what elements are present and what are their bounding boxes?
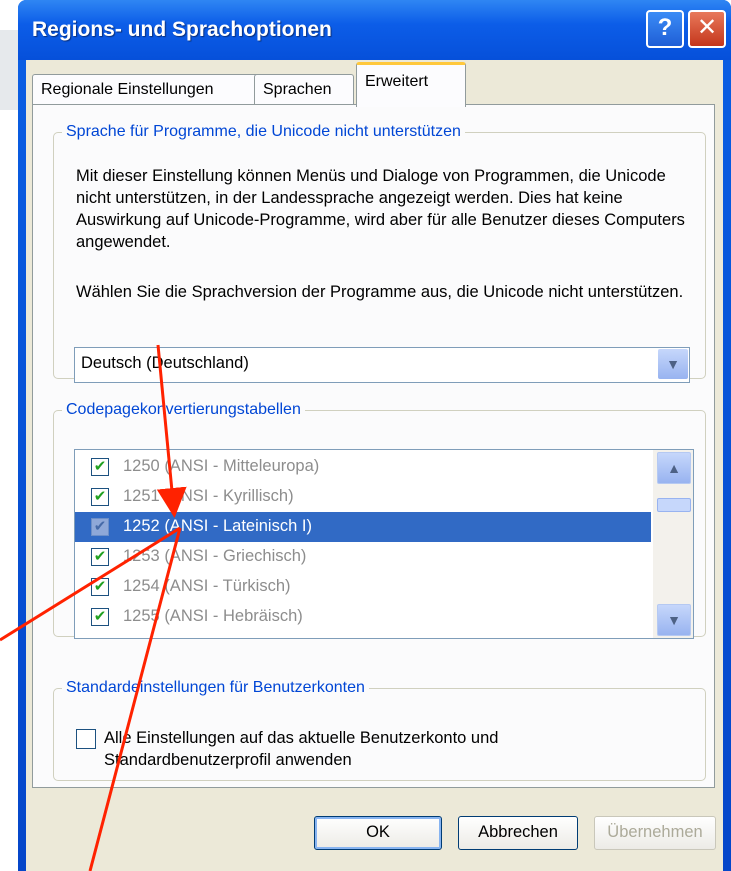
codepage-number: 1253 xyxy=(123,547,160,565)
unicode-description: Mit dieser Einstellung können Menüs und … xyxy=(76,167,685,251)
ok-button[interactable]: OK xyxy=(314,816,442,850)
checkbox-checked-icon[interactable]: ✔ xyxy=(91,548,109,566)
chevron-down-icon[interactable]: ▼ xyxy=(658,349,688,379)
dialog-client: Regionale Einstellungen Sprachen Erweite… xyxy=(26,60,723,871)
tab-sprachen[interactable]: Sprachen xyxy=(254,74,354,105)
chevron-down-icon[interactable]: ▼ xyxy=(657,604,691,636)
tab-label: Regionale Einstellungen xyxy=(41,81,214,98)
codepage-name: (ANSI - Lateinisch I) xyxy=(164,517,312,535)
list-item[interactable]: ✔ 1251 (ANSI - Kyrillisch) xyxy=(75,482,651,512)
chevron-up-icon[interactable]: ▲ xyxy=(657,452,691,484)
apply-to-all-label[interactable]: Alle Einstellungen auf das aktuelle Benu… xyxy=(104,727,664,771)
apply-to-all-checkbox[interactable] xyxy=(76,729,96,749)
language-dropdown[interactable]: Deutsch (Deutschland) ▼ xyxy=(74,347,690,383)
codepage-name: (ANSI - Hebräisch) xyxy=(164,607,303,625)
list-item[interactable]: ✔ 1253 (ANSI - Griechisch) xyxy=(75,542,651,572)
cancel-button[interactable]: Abbrechen xyxy=(458,816,578,850)
vertical-scrollbar[interactable]: ▲ ▼ xyxy=(653,450,693,638)
tab-label: Sprachen xyxy=(263,81,332,98)
window-title: Regions- und Sprachoptionen xyxy=(32,18,332,41)
checkbox-checked-icon[interactable]: ✔ xyxy=(91,578,109,596)
codepage-name: (ANSI - Türkisch) xyxy=(164,577,291,595)
list-item[interactable]: ✔ 1255 (ANSI - Hebräisch) xyxy=(75,602,651,632)
codepage-name: (ANSI - Mitteleuropa) xyxy=(164,457,320,475)
unicode-language-group: Sprache für Programme, die Unicode nicht… xyxy=(53,123,706,383)
tab-panel-erweitert: Sprache für Programme, die Unicode nicht… xyxy=(32,104,715,788)
user-account-defaults-group: Standardeinstellungen für Benutzerkonten… xyxy=(53,679,706,781)
codepage-number: 1251 xyxy=(123,487,160,505)
tab-regionale-einstellungen[interactable]: Regionale Einstellungen xyxy=(32,74,260,105)
checkbox-checked-icon[interactable]: ✔ xyxy=(91,458,109,476)
codepage-number: 1254 xyxy=(123,577,160,595)
codepage-name: (ANSI - Kyrillisch) xyxy=(164,487,294,505)
tab-label: Erweitert xyxy=(365,73,429,90)
group-legend: Codepagekonvertierungstabellen xyxy=(66,401,301,418)
checkbox-checked-icon[interactable]: ✔ xyxy=(91,608,109,626)
codepage-number: 1250 xyxy=(123,457,160,475)
codepage-number: 1255 xyxy=(123,607,160,625)
codepage-number: 1252 xyxy=(123,517,160,535)
language-prompt: Wählen Sie die Sprachversion der Program… xyxy=(76,283,684,301)
help-button[interactable]: ? xyxy=(646,10,684,48)
language-dropdown-value: Deutsch (Deutschland) xyxy=(81,354,249,372)
tab-erweitert[interactable]: Erweitert xyxy=(356,62,466,107)
list-item-selected[interactable]: ✔ 1252 (ANSI - Lateinisch I) xyxy=(75,512,651,542)
checkbox-checked-icon[interactable]: ✔ xyxy=(91,488,109,506)
apply-button[interactable]: Übernehmen xyxy=(594,816,716,850)
question-mark-icon: ? xyxy=(657,14,673,41)
title-bar[interactable]: Regions- und Sprachoptionen ? ✕ xyxy=(18,0,731,60)
group-legend: Standardeinstellungen für Benutzerkonten xyxy=(66,679,365,696)
close-icon: ✕ xyxy=(696,14,718,41)
codepage-listbox[interactable]: ✔ 1250 (ANSI - Mitteleuropa) ✔ 1251 (ANS… xyxy=(74,449,694,639)
checkbox-checked-icon[interactable]: ✔ xyxy=(91,518,109,536)
scrollbar-thumb[interactable] xyxy=(657,498,691,512)
codepage-name: (ANSI - Griechisch) xyxy=(164,547,307,565)
close-button[interactable]: ✕ xyxy=(688,10,726,48)
codepage-group: Codepagekonvertierungstabellen ✔ 1250 (A… xyxy=(53,401,706,639)
group-legend: Sprache für Programme, die Unicode nicht… xyxy=(66,123,461,140)
list-item[interactable]: ✔ 1254 (ANSI - Türkisch) xyxy=(75,572,651,602)
dialog-window: Regions- und Sprachoptionen ? ✕ Regional… xyxy=(18,0,731,871)
list-item[interactable]: ✔ 1250 (ANSI - Mitteleuropa) xyxy=(75,452,651,482)
